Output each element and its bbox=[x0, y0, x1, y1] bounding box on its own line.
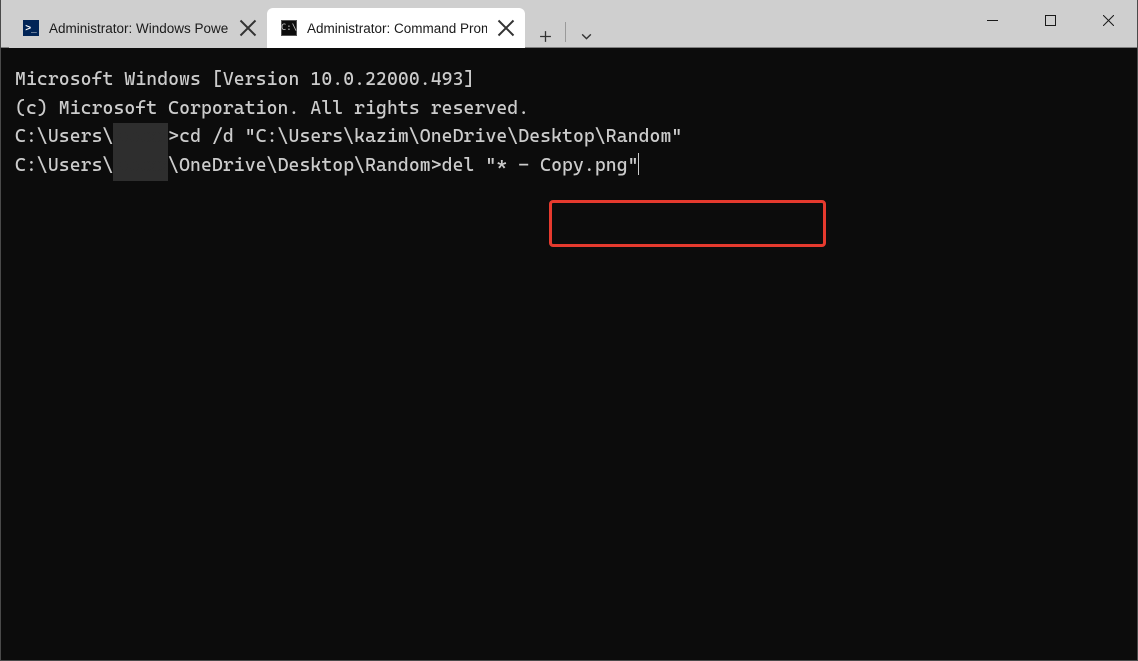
command-line-2: C:\Users\xxxxx\OneDrive\Desktop\Random>d… bbox=[15, 152, 1123, 181]
maximize-button[interactable] bbox=[1021, 0, 1079, 40]
close-icon[interactable] bbox=[239, 19, 257, 37]
titlebar: >_ Administrator: Windows PowerS C:\ Adm… bbox=[1, 0, 1137, 48]
terminal-output[interactable]: Microsoft Windows [Version 10.0.22000.49… bbox=[1, 48, 1137, 199]
tab-label: Administrator: Windows PowerS bbox=[49, 21, 229, 36]
text-cursor bbox=[638, 153, 640, 175]
annotation-highlight-box bbox=[549, 200, 826, 247]
command-text: cd /d "C:\Users\kazim\OneDrive\Desktop\R… bbox=[179, 126, 682, 147]
close-icon[interactable] bbox=[497, 19, 515, 37]
version-line: Microsoft Windows [Version 10.0.22000.49… bbox=[15, 66, 1123, 95]
command-line-1: C:\Users\xxxxx>cd /d "C:\Users\kazim\One… bbox=[15, 123, 1123, 152]
minimize-button[interactable] bbox=[963, 0, 1021, 40]
copyright-line: (c) Microsoft Corporation. All rights re… bbox=[15, 95, 1123, 124]
tab-label: Administrator: Command Promp bbox=[307, 21, 487, 36]
command-prompt-icon: C:\ bbox=[281, 20, 297, 36]
redacted-username: xxxxx bbox=[113, 152, 168, 181]
tab-command-prompt[interactable]: C:\ Administrator: Command Promp bbox=[267, 8, 525, 48]
close-button[interactable] bbox=[1079, 0, 1137, 40]
powershell-icon: >_ bbox=[23, 20, 39, 36]
tab-strip: >_ Administrator: Windows PowerS C:\ Adm… bbox=[1, 0, 963, 47]
command-text: del "* - Copy.png" bbox=[442, 155, 639, 176]
tab-powershell[interactable]: >_ Administrator: Windows PowerS bbox=[9, 8, 267, 48]
terminal-area-wrap: Microsoft Windows [Version 10.0.22000.49… bbox=[1, 48, 1137, 199]
window-controls bbox=[963, 0, 1137, 47]
redacted-username: xxxxx bbox=[113, 123, 168, 152]
